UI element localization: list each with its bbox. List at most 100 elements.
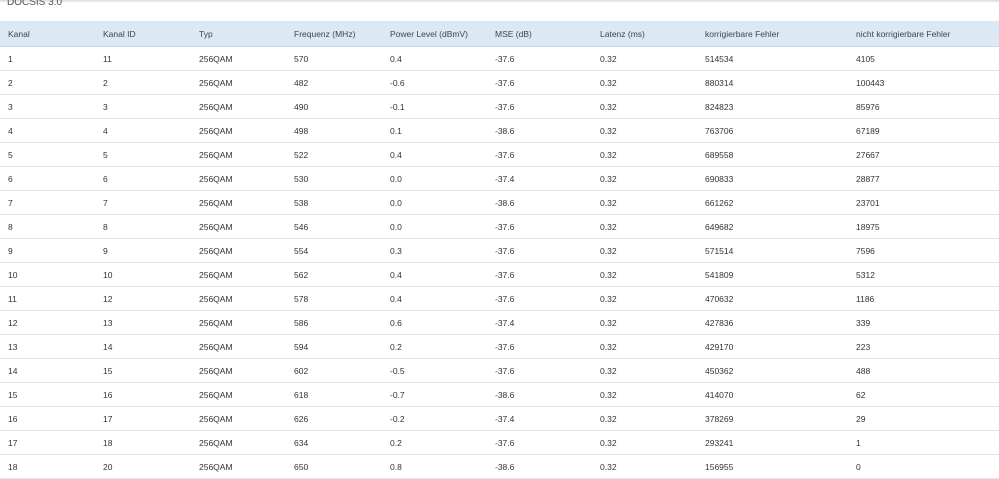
cell-column-nicht-korrigierbare-fehler: 29 bbox=[848, 406, 999, 431]
cell-column-latenz: 0.32 bbox=[592, 214, 697, 239]
cell-column-latenz: 0.32 bbox=[592, 286, 697, 311]
cell-column-nicht-korrigierbare-fehler: 18975 bbox=[848, 214, 999, 239]
table-header: Kanal Kanal ID Typ Frequenz (MHz) Power Leve… bbox=[0, 21, 999, 47]
header-column-mse: MSE (dB) bbox=[487, 21, 592, 47]
cell-column-typ: 256QAM bbox=[191, 214, 286, 239]
table-row: 1 11 256QAM 570 0.4 -37.6 0.32 514534 4105 bbox=[0, 46, 999, 71]
cell-column-mse: -37.6 bbox=[487, 46, 592, 71]
cell-column-korrigierbare-fehler: 649682 bbox=[697, 214, 848, 239]
table-row: 10 10 256QAM 562 0.4 -37.6 0.32 541809 5312 bbox=[0, 262, 999, 287]
cell-column-nicht-korrigierbare-fehler: 0 bbox=[848, 454, 999, 479]
cell-column-power-level: 0.4 bbox=[382, 46, 487, 71]
cell-column-kanal-id: 15 bbox=[95, 358, 191, 383]
cell-column-korrigierbare-fehler: 824823 bbox=[697, 94, 848, 119]
cell-column-latenz: 0.32 bbox=[592, 262, 697, 287]
table-row: 16 17 256QAM 626 -0.2 -37.4 0.32 378269 29 bbox=[0, 406, 999, 431]
cell-column-latenz: 0.32 bbox=[592, 430, 697, 455]
cell-column-korrigierbare-fehler: 689558 bbox=[697, 142, 848, 167]
downstream-channel-table-wrapper: Kanal Kanal ID Typ Frequenz (MHz) Power Leve… bbox=[0, 21, 999, 479]
header-column-korrigierbare-fehler: korrigierbare Fehler bbox=[697, 21, 848, 47]
cell-column-power-level: 0.0 bbox=[382, 190, 487, 215]
cell-column-kanal-id: 11 bbox=[95, 46, 191, 71]
docsis-page: DOCSIS 3.0 Kanal Kanal ID Typ Frequenz (MHz… bbox=[0, 0, 999, 479]
cell-column-kanal: 10 bbox=[0, 262, 95, 287]
cell-column-nicht-korrigierbare-fehler: 85976 bbox=[848, 94, 999, 119]
cell-column-nicht-korrigierbare-fehler: 7596 bbox=[848, 238, 999, 263]
table-row: 11 12 256QAM 578 0.4 -37.6 0.32 470632 1186 bbox=[0, 286, 999, 311]
downstream-channel-table: Kanal Kanal ID Typ Frequenz (MHz) Power Leve… bbox=[0, 21, 999, 479]
cell-column-korrigierbare-fehler: 880314 bbox=[697, 70, 848, 95]
cell-column-nicht-korrigierbare-fehler: 62 bbox=[848, 382, 999, 407]
table-row: 4 4 256QAM 498 0.1 -38.6 0.32 763706 67189 bbox=[0, 118, 999, 143]
cell-column-nicht-korrigierbare-fehler: 28877 bbox=[848, 166, 999, 191]
cell-column-latenz: 0.32 bbox=[592, 142, 697, 167]
cell-column-kanal-id: 4 bbox=[95, 118, 191, 143]
cell-column-nicht-korrigierbare-fehler: 67189 bbox=[848, 118, 999, 143]
cell-column-frequenz: 634 bbox=[286, 430, 382, 455]
table-row: 7 7 256QAM 538 0.0 -38.6 0.32 661262 23701 bbox=[0, 190, 999, 215]
cell-column-typ: 256QAM bbox=[191, 382, 286, 407]
cell-column-kanal: 3 bbox=[0, 94, 95, 119]
table-row: 12 13 256QAM 586 0.6 -37.4 0.32 427836 339 bbox=[0, 310, 999, 335]
cell-column-kanal-id: 10 bbox=[95, 262, 191, 287]
cell-column-mse: -37.6 bbox=[487, 70, 592, 95]
cell-column-mse: -37.6 bbox=[487, 262, 592, 287]
header-column-typ: Typ bbox=[191, 21, 286, 47]
cell-column-latenz: 0.32 bbox=[592, 190, 697, 215]
cell-column-frequenz: 594 bbox=[286, 334, 382, 359]
cell-column-frequenz: 626 bbox=[286, 406, 382, 431]
cell-column-korrigierbare-fehler: 470632 bbox=[697, 286, 848, 311]
cell-column-kanal-id: 20 bbox=[95, 454, 191, 479]
cell-column-nicht-korrigierbare-fehler: 1 bbox=[848, 430, 999, 455]
cell-column-frequenz: 562 bbox=[286, 262, 382, 287]
table-row: 8 8 256QAM 546 0.0 -37.6 0.32 649682 18975 bbox=[0, 214, 999, 239]
cell-column-mse: -37.6 bbox=[487, 142, 592, 167]
cell-column-frequenz: 490 bbox=[286, 94, 382, 119]
cell-column-power-level: -0.5 bbox=[382, 358, 487, 383]
cell-column-nicht-korrigierbare-fehler: 339 bbox=[848, 310, 999, 335]
cell-column-kanal: 4 bbox=[0, 118, 95, 143]
cell-column-kanal-id: 17 bbox=[95, 406, 191, 431]
cell-column-kanal: 16 bbox=[0, 406, 95, 431]
cell-column-kanal-id: 12 bbox=[95, 286, 191, 311]
cell-column-kanal-id: 9 bbox=[95, 238, 191, 263]
cell-column-korrigierbare-fehler: 450362 bbox=[697, 358, 848, 383]
table-row: 18 20 256QAM 650 0.8 -38.6 0.32 156955 0 bbox=[0, 454, 999, 479]
cell-column-frequenz: 586 bbox=[286, 310, 382, 335]
cell-column-power-level: 0.3 bbox=[382, 238, 487, 263]
cell-column-latenz: 0.32 bbox=[592, 118, 697, 143]
cell-column-nicht-korrigierbare-fehler: 4105 bbox=[848, 46, 999, 71]
cell-column-mse: -37.6 bbox=[487, 94, 592, 119]
cell-column-typ: 256QAM bbox=[191, 286, 286, 311]
cell-column-frequenz: 554 bbox=[286, 238, 382, 263]
cell-column-kanal-id: 13 bbox=[95, 310, 191, 335]
cell-column-typ: 256QAM bbox=[191, 406, 286, 431]
cell-column-frequenz: 498 bbox=[286, 118, 382, 143]
cell-column-korrigierbare-fehler: 293241 bbox=[697, 430, 848, 455]
cell-column-latenz: 0.32 bbox=[592, 334, 697, 359]
cell-column-latenz: 0.32 bbox=[592, 70, 697, 95]
cell-column-kanal-id: 3 bbox=[95, 94, 191, 119]
cell-column-kanal: 9 bbox=[0, 238, 95, 263]
cell-column-power-level: 0.2 bbox=[382, 334, 487, 359]
cell-column-kanal: 15 bbox=[0, 382, 95, 407]
table-row: 5 5 256QAM 522 0.4 -37.6 0.32 689558 27667 bbox=[0, 142, 999, 167]
cell-column-nicht-korrigierbare-fehler: 5312 bbox=[848, 262, 999, 287]
cell-column-power-level: -0.6 bbox=[382, 70, 487, 95]
cell-column-latenz: 0.32 bbox=[592, 382, 697, 407]
cell-column-power-level: 0.4 bbox=[382, 142, 487, 167]
cell-column-kanal: 13 bbox=[0, 334, 95, 359]
cell-column-frequenz: 650 bbox=[286, 454, 382, 479]
header-column-nicht-korrigierbare-fehler: nicht korrigierbare Fehler bbox=[848, 21, 999, 47]
cell-column-power-level: 0.6 bbox=[382, 310, 487, 335]
table-row: 17 18 256QAM 634 0.2 -37.6 0.32 293241 1 bbox=[0, 430, 999, 455]
cell-column-power-level: -0.7 bbox=[382, 382, 487, 407]
cell-column-typ: 256QAM bbox=[191, 430, 286, 455]
cell-column-korrigierbare-fehler: 427836 bbox=[697, 310, 848, 335]
cell-column-korrigierbare-fehler: 514534 bbox=[697, 46, 848, 71]
cell-column-kanal-id: 5 bbox=[95, 142, 191, 167]
cell-column-frequenz: 530 bbox=[286, 166, 382, 191]
cell-column-korrigierbare-fehler: 571514 bbox=[697, 238, 848, 263]
header-column-latenz: Latenz (ms) bbox=[592, 21, 697, 47]
cell-column-typ: 256QAM bbox=[191, 358, 286, 383]
